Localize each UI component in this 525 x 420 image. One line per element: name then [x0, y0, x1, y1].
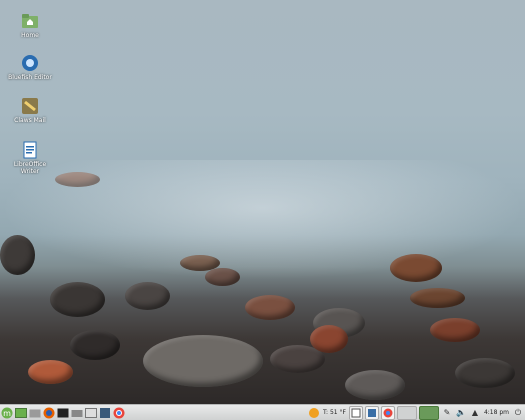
mail-icon	[21, 97, 39, 115]
writer-icon	[21, 141, 39, 159]
firefox-icon	[43, 407, 55, 418]
home-folder-icon	[21, 12, 39, 30]
chrome-icon	[383, 408, 393, 417]
desktop-icon-label: Claws Mail	[14, 117, 46, 124]
wallpaper-rock	[205, 268, 240, 286]
wallpaper-rock	[28, 360, 73, 384]
folder-icon	[29, 409, 41, 417]
menu-icon: m	[1, 407, 13, 418]
wallpaper-rock	[50, 282, 105, 317]
desktop-icon-home[interactable]: Home	[8, 12, 52, 39]
document-icon	[351, 408, 361, 417]
terminal-icon	[57, 408, 69, 417]
wallpaper-rock	[455, 358, 515, 388]
wallpaper-rock	[70, 330, 120, 360]
desktop-icon-bluefish[interactable]: Bluefish Editor	[8, 54, 52, 81]
window-launcher[interactable]	[85, 407, 97, 419]
window-list-item-2[interactable]	[364, 405, 379, 420]
wallpaper-rock	[125, 282, 170, 310]
desktop-wallpaper: Home Bluefish Editor Claws Mail LibreOff…	[0, 0, 525, 404]
wallpaper-rock	[143, 335, 263, 387]
wallpaper-rock	[430, 318, 480, 342]
desktop-icon-claws-mail[interactable]: Claws Mail	[8, 97, 52, 124]
clock[interactable]: 4:18 pm	[482, 409, 511, 416]
wallpaper-rock	[390, 254, 442, 282]
desktop-icon-label: LibreOffice Writer	[13, 161, 47, 175]
window-icon	[85, 407, 97, 418]
network-icon[interactable]: ▲	[469, 407, 481, 419]
app-icon	[367, 408, 376, 417]
wallpaper-rock	[310, 325, 348, 353]
taskbar: m T: 51 °F ✎ 🔈 ▲ 4:18 pm ⏻	[0, 404, 525, 420]
pen-icon[interactable]: ✎	[441, 407, 453, 419]
drive-icon	[71, 409, 83, 417]
volume-icon[interactable]: 🔈	[455, 407, 467, 419]
wallpaper-rock	[245, 295, 295, 320]
wallpaper-rock	[0, 235, 35, 275]
power-icon[interactable]: ⏻	[512, 407, 524, 419]
terminal-launcher[interactable]	[57, 407, 69, 419]
workspace-1[interactable]	[396, 405, 417, 420]
wallpaper-rock	[410, 288, 465, 308]
bluefish-icon	[21, 54, 39, 72]
wallpaper-rock	[180, 255, 220, 271]
workspace-2[interactable]	[418, 405, 439, 420]
show-desktop-button[interactable]	[15, 407, 27, 419]
files-launcher-2[interactable]	[99, 407, 111, 419]
chrome-icon	[113, 407, 125, 418]
chrome-launcher[interactable]	[113, 407, 125, 419]
menu-button[interactable]: m	[1, 407, 13, 419]
desktop-icon-label: Home	[21, 32, 39, 39]
show-desktop-icon	[15, 407, 27, 418]
window-list-item-1[interactable]	[348, 405, 363, 420]
firefox-launcher[interactable]	[43, 407, 55, 419]
window-list-item-chrome[interactable]	[380, 405, 395, 420]
files-launcher[interactable]	[29, 407, 41, 419]
weather-icon[interactable]	[308, 407, 320, 419]
wallpaper-rock	[345, 370, 405, 400]
desktop-icon-label: Bluefish Editor	[8, 74, 52, 81]
svg-text:m: m	[3, 409, 11, 418]
weather-temperature[interactable]: T: 51 °F	[321, 409, 348, 416]
desktop-icon-writer[interactable]: LibreOffice Writer	[8, 141, 52, 175]
wallpaper-rock	[55, 172, 100, 187]
drive-launcher[interactable]	[71, 407, 83, 419]
nemo-icon	[100, 407, 110, 418]
